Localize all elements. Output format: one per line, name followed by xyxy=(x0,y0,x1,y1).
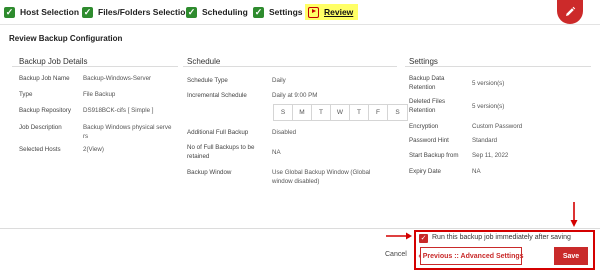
backup-repository-label: Backup Repository xyxy=(19,107,71,114)
deleted-files-retention-label: Deleted Files Retention xyxy=(409,97,445,115)
check-icon: ✓ xyxy=(253,6,264,18)
divider xyxy=(12,66,178,67)
divider xyxy=(405,66,591,67)
expiry-date-value: NA xyxy=(472,168,481,175)
step-host-selection[interactable]: ✓ Host Selection xyxy=(4,4,79,20)
step-review[interactable]: Review xyxy=(305,4,359,20)
save-button[interactable]: Save xyxy=(554,247,588,265)
backup-data-retention-value: 5 version(s) xyxy=(472,80,505,87)
step-files-folders-selection[interactable]: ✓ Files/Folders Selection xyxy=(82,4,191,20)
type-value: File Backup xyxy=(83,91,116,98)
step-label: Host Selection xyxy=(20,7,80,17)
arrow-down-icon xyxy=(570,202,578,227)
additional-full-backup-label: Additional Full Backup xyxy=(187,129,249,136)
full-backups-retained-value: NA xyxy=(272,149,281,156)
encryption-label: Encryption xyxy=(409,123,439,130)
backup-window-value: Use Global Backup Window (Global window … xyxy=(272,168,370,186)
value-line: Use Global Backup Window (Global xyxy=(272,169,371,176)
previous-advanced-settings-button[interactable]: ‹ Previous :: Advanced Settings xyxy=(418,247,524,265)
backup-window-label: Backup Window xyxy=(187,169,232,176)
password-hint-label: Password Hint xyxy=(409,137,449,144)
view-hosts-link[interactable]: (View) xyxy=(86,146,103,153)
label-line: Deleted Files xyxy=(409,98,446,105)
play-icon xyxy=(308,6,319,18)
day-monday[interactable]: M xyxy=(293,105,312,120)
step-scheduling[interactable]: ✓ Scheduling xyxy=(186,4,248,20)
backup-repository-value: DS918BCK-cifs [ Simple ] xyxy=(83,107,154,114)
start-backup-from-value: Sep 11, 2022 xyxy=(472,152,509,159)
label-line: Retention xyxy=(409,107,436,114)
day-saturday[interactable]: S xyxy=(388,105,407,120)
footer-divider xyxy=(0,228,600,229)
schedule-heading: Schedule xyxy=(187,57,221,66)
password-hint-value: Standard xyxy=(472,137,498,144)
day-tuesday[interactable]: T xyxy=(312,105,331,120)
settings-heading: Settings xyxy=(409,57,438,66)
weekday-selector: S M T W T F S xyxy=(273,104,408,121)
selected-hosts-value: 2(View) xyxy=(83,145,104,154)
label-line: No of Full Backups to be xyxy=(187,144,255,151)
job-description-line: Backup Windows physical serve xyxy=(83,124,172,131)
pencil-icon xyxy=(566,6,576,16)
run-immediately-label: Run this backup job immediately after sa… xyxy=(432,234,571,241)
step-label: Files/Folders Selection xyxy=(98,7,191,17)
day-friday[interactable]: F xyxy=(369,105,388,120)
wizard-steps-bar: ✓ Host Selection ✓ Files/Folders Selecti… xyxy=(0,0,600,25)
check-icon: ✓ xyxy=(186,6,197,18)
day-wednesday[interactable]: W xyxy=(331,105,350,120)
value-line: window disabled) xyxy=(272,178,320,185)
job-description-label: Job Description xyxy=(19,124,62,131)
job-description-line: rs xyxy=(83,133,89,140)
incremental-schedule-value: Daily at 9:00 PM xyxy=(272,92,318,99)
job-description-value: Backup Windows physical serve rs xyxy=(83,123,171,141)
check-icon: ✓ xyxy=(82,6,93,18)
backup-job-name-value: Backup-Windows-Server xyxy=(83,75,152,82)
step-label: Settings xyxy=(269,7,303,17)
schedule-type-value: Daily xyxy=(272,77,286,84)
incremental-schedule-label: Incremental Schedule xyxy=(187,92,247,99)
label-line: retained xyxy=(187,153,210,160)
step-settings[interactable]: ✓ Settings xyxy=(253,4,303,20)
cancel-button[interactable]: Cancel xyxy=(385,251,407,258)
deleted-files-retention-value: 5 version(s) xyxy=(472,103,505,110)
label-line: Retention xyxy=(409,84,436,91)
expiry-date-label: Expiry Date xyxy=(409,168,441,175)
run-immediately-checkbox[interactable]: ✓ xyxy=(419,234,428,243)
additional-full-backup-value: Disabled xyxy=(272,129,297,136)
backup-data-retention-label: Backup Data Retention xyxy=(409,74,444,92)
schedule-type-label: Schedule Type xyxy=(187,77,228,84)
type-label: Type xyxy=(19,91,33,98)
page-title: Review Backup Configuration xyxy=(9,34,123,43)
day-sunday[interactable]: S xyxy=(274,105,293,120)
start-backup-from-label: Start Backup from xyxy=(409,152,459,159)
selected-hosts-label: Selected Hosts xyxy=(19,146,61,153)
backup-job-name-label: Backup Job Name xyxy=(19,75,70,82)
backup-job-details-heading: Backup Job Details xyxy=(19,57,88,66)
step-label: Review xyxy=(324,7,354,17)
divider xyxy=(183,66,397,67)
encryption-value: Custom Password xyxy=(472,123,523,130)
day-thursday[interactable]: T xyxy=(350,105,369,120)
arrow-right-icon xyxy=(386,232,412,240)
step-label: Scheduling xyxy=(202,7,248,17)
label-line: Backup Data xyxy=(409,75,445,82)
check-icon: ✓ xyxy=(4,6,15,18)
full-backups-retained-label: No of Full Backups to be retained xyxy=(187,143,254,161)
